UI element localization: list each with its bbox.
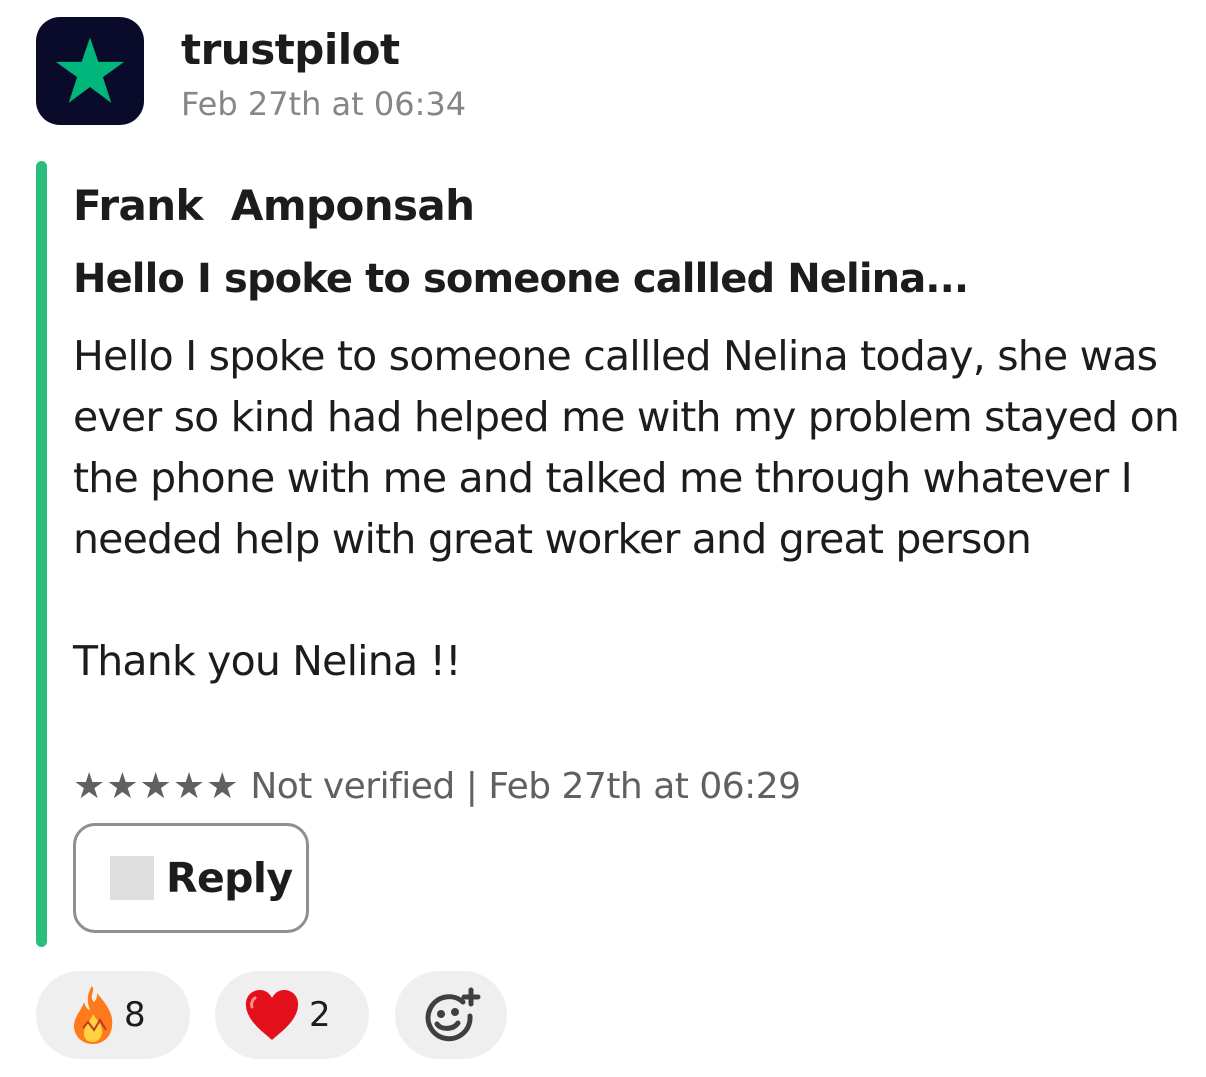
star-rating: ★★★★★ (73, 766, 240, 807)
trustpilot-star-icon (55, 37, 125, 103)
reply-button-label: Reply (166, 854, 293, 902)
reaction-heart[interactable]: 2 (215, 971, 369, 1059)
review-body: Hello I spoke to someone callled Nelina … (73, 332, 1180, 685)
review-meta: ★★★★★ Not verified | Feb 27th at 06:29 (73, 762, 801, 812)
reaction-count: 2 (309, 995, 331, 1035)
review-author: Frank Amponsah (73, 181, 475, 230)
message-timestamp[interactable]: Feb 27th at 06:34 (181, 82, 466, 126)
verification-status: Not verified (250, 766, 455, 807)
add-reaction-button[interactable] (395, 971, 507, 1059)
attachment-accent-bar (36, 161, 47, 947)
slack-message: trustpilot Feb 27th at 06:34 Frank Ampon… (0, 0, 1206, 1077)
sender-name[interactable]: trustpilot (181, 22, 400, 78)
app-avatar[interactable] (36, 17, 144, 125)
reply-placeholder-icon (110, 856, 154, 900)
review-date: Feb 27th at 06:29 (488, 766, 801, 807)
reaction-fire[interactable]: 8 (36, 971, 190, 1059)
meta-separator: | (465, 766, 478, 807)
reaction-count: 8 (124, 995, 146, 1035)
add-reaction-icon (425, 987, 481, 1042)
review-title: Hello I spoke to someone callled Nelina.… (73, 256, 969, 302)
reply-button[interactable]: Reply (73, 823, 309, 933)
heart-emoji-icon (245, 990, 299, 1040)
fire-emoji-icon (74, 986, 113, 1044)
